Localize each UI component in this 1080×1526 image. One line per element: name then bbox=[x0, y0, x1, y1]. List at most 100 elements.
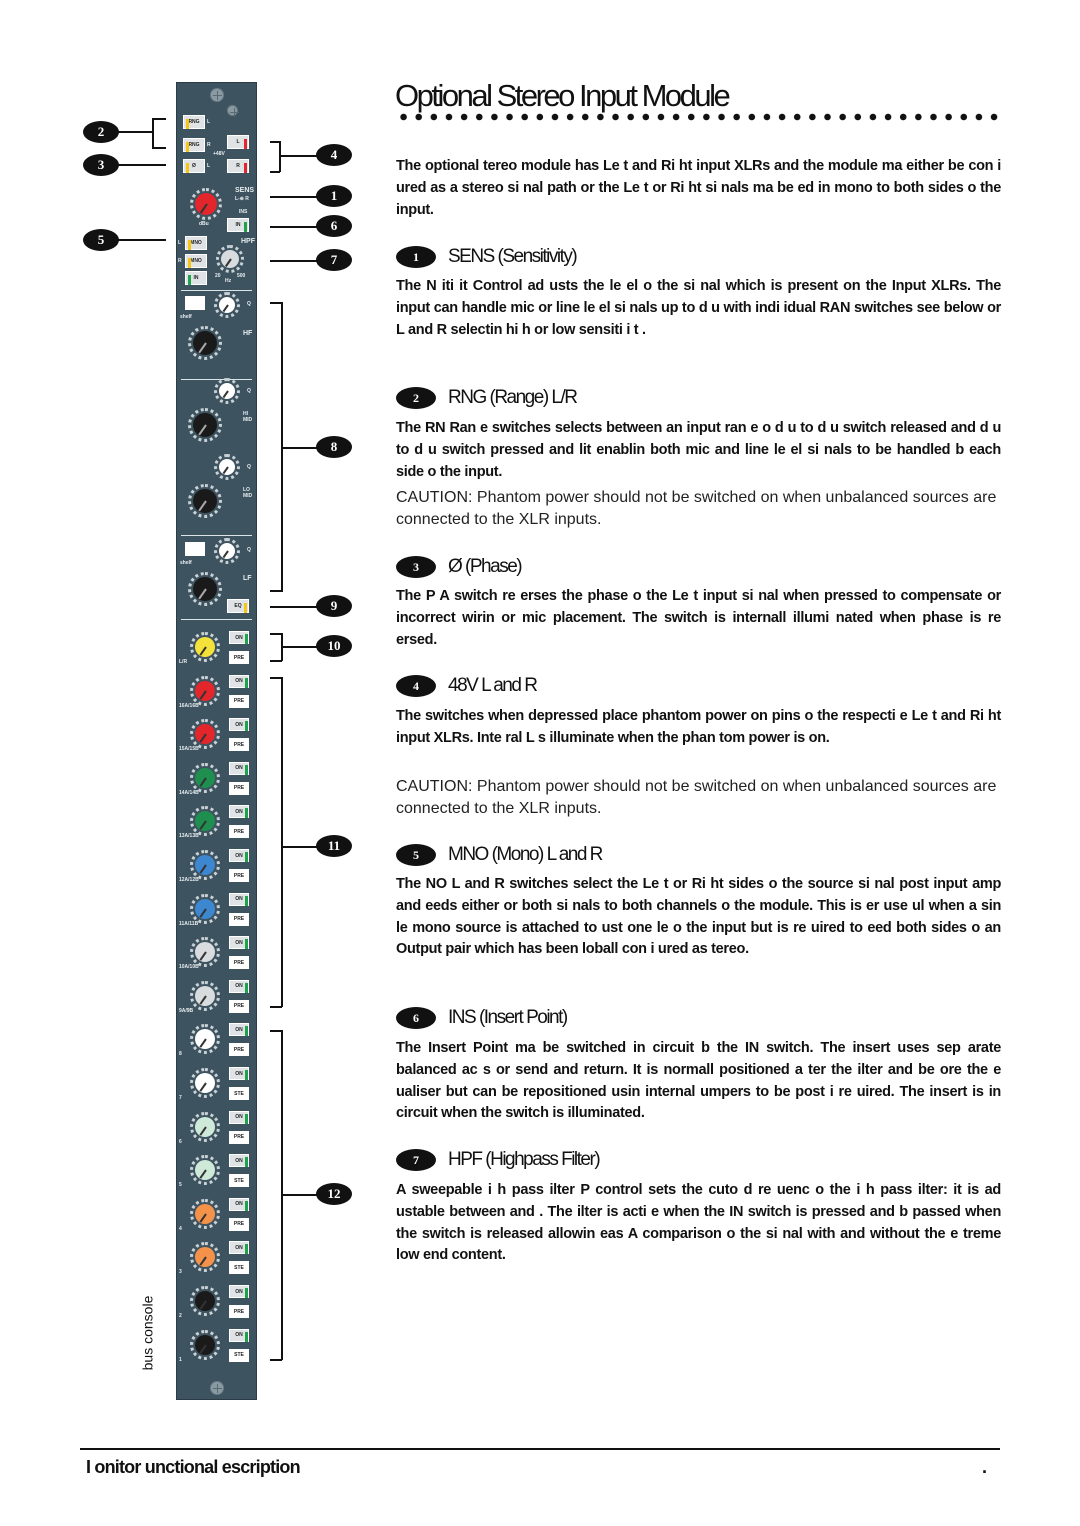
aux-pre-switch[interactable]: PRE bbox=[229, 999, 249, 1013]
aux-send-knob[interactable] bbox=[190, 980, 220, 1011]
aux-send-knob[interactable] bbox=[190, 1198, 220, 1229]
aux-on-switch[interactable]: ON bbox=[229, 1241, 249, 1255]
callout-9: 9 bbox=[316, 595, 352, 617]
48v-l-switch[interactable]: L bbox=[227, 135, 249, 149]
switch-label: PRE bbox=[233, 1003, 245, 1010]
switch-label: L bbox=[236, 139, 240, 145]
aux-send-knob[interactable] bbox=[190, 850, 220, 880]
aux-on-switch[interactable]: ON bbox=[229, 1110, 249, 1124]
aux-send-knob[interactable] bbox=[190, 675, 220, 706]
aux-on-switch[interactable]: ON bbox=[229, 979, 249, 993]
led-indicator bbox=[245, 895, 248, 906]
aux-on-switch[interactable]: ON bbox=[229, 936, 249, 950]
aux-send-knob[interactable] bbox=[190, 762, 220, 793]
ins-in-switch[interactable]: IN bbox=[227, 218, 249, 232]
hf-gain-knob[interactable] bbox=[188, 326, 222, 360]
aux-pre-switch[interactable]: PRE bbox=[229, 825, 249, 839]
phase-switch[interactable]: Ø bbox=[183, 159, 205, 173]
aux-pre-switch[interactable]: PRE bbox=[229, 1130, 249, 1144]
aux-on-switch[interactable]: ON bbox=[229, 761, 249, 775]
aux-pre-switch[interactable]: PRE bbox=[229, 651, 249, 664]
mno-r-switch[interactable]: MNO bbox=[185, 254, 207, 268]
aux-send-knob[interactable] bbox=[190, 1329, 220, 1360]
aux-on-switch[interactable]: ON bbox=[229, 1197, 249, 1211]
aux-on-switch[interactable]: ON bbox=[229, 1154, 249, 1168]
rng-l-switch[interactable]: RNG bbox=[183, 115, 205, 129]
section-body-sens: The N iti it Control ad usts the le el o… bbox=[396, 278, 1001, 338]
hpf-knob[interactable] bbox=[216, 245, 244, 273]
aux-pre-switch[interactable]: PRE bbox=[229, 1305, 249, 1318]
leader-line bbox=[281, 846, 317, 848]
rng-r-switch[interactable]: RNG bbox=[183, 138, 205, 152]
section-body-ins: The Insert Point ma be switched in circu… bbox=[396, 1040, 1001, 1122]
hpf-in-switch[interactable]: IN bbox=[185, 271, 207, 285]
mno-l-switch[interactable]: MNO bbox=[185, 236, 207, 250]
aux-send-knob[interactable] bbox=[190, 1155, 220, 1186]
aux-on-switch[interactable]: ON bbox=[229, 892, 249, 906]
48v-r-switch[interactable]: R bbox=[227, 159, 249, 173]
aux-send-knob[interactable] bbox=[190, 1111, 220, 1142]
switch-label: MNO bbox=[190, 240, 202, 246]
lf-gain-knob[interactable] bbox=[188, 572, 222, 606]
hf-shelf-switch[interactable] bbox=[185, 296, 205, 310]
aux-pre-switch[interactable]: PRE bbox=[229, 694, 249, 708]
aux-on-switch[interactable]: ON bbox=[229, 1328, 249, 1342]
sens-knob[interactable] bbox=[190, 188, 222, 220]
hf-q-knob[interactable] bbox=[214, 292, 240, 318]
aux-on-switch[interactable]: ON bbox=[229, 1285, 249, 1298]
lomid-q-knob[interactable] bbox=[214, 454, 240, 480]
eq-in-switch[interactable]: EQ bbox=[227, 599, 249, 613]
aux-pre-switch[interactable]: PRE bbox=[229, 869, 249, 882]
aux-pre-switch[interactable]: PRE bbox=[229, 1043, 249, 1057]
lomid-gain-knob[interactable] bbox=[188, 484, 222, 518]
bracket bbox=[281, 677, 283, 1007]
lf-q-knob[interactable] bbox=[214, 538, 240, 564]
aux-ste-switch[interactable]: STE bbox=[229, 1174, 249, 1188]
aux-pre-switch[interactable]: PRE bbox=[229, 912, 249, 926]
aux-on-switch[interactable]: ON bbox=[229, 805, 249, 819]
label-hf: HF bbox=[243, 330, 253, 337]
bracket bbox=[270, 141, 280, 143]
switch-label: ON bbox=[235, 1244, 243, 1251]
aux-send-label: L/R bbox=[179, 659, 188, 665]
aux-send-label: 10A/10B bbox=[179, 964, 199, 971]
aux-send-knob[interactable] bbox=[190, 937, 220, 968]
switch-label: PRE bbox=[233, 916, 245, 923]
aux-on-switch[interactable]: ON bbox=[229, 674, 249, 688]
led-indicator bbox=[188, 258, 191, 268]
aux-send-knob[interactable] bbox=[190, 806, 220, 837]
aux-ste-switch[interactable]: STE bbox=[229, 1261, 249, 1275]
switch-label: ON bbox=[235, 721, 243, 728]
aux-pre-switch[interactable]: PRE bbox=[229, 738, 249, 752]
aux-pre-switch[interactable]: PRE bbox=[229, 781, 249, 795]
label-ins: INS bbox=[239, 209, 248, 215]
himid-gain-knob[interactable] bbox=[188, 408, 222, 442]
aux-on-switch[interactable]: ON bbox=[229, 631, 249, 644]
aux-send-knob[interactable] bbox=[190, 1068, 220, 1098]
aux-send-label: 5 bbox=[179, 1182, 182, 1189]
aux-on-switch[interactable]: ON bbox=[229, 849, 249, 862]
switch-label: PRE bbox=[233, 654, 245, 661]
switch-label: ON bbox=[235, 1332, 243, 1339]
aux-send-knob[interactable] bbox=[190, 1286, 220, 1316]
aux-send-knob[interactable] bbox=[190, 893, 220, 924]
lf-shelf-switch[interactable] bbox=[185, 542, 205, 556]
aux-send-knob[interactable] bbox=[190, 1024, 220, 1055]
aux-send-knob[interactable] bbox=[190, 632, 220, 662]
aux-ste-switch[interactable]: STE bbox=[229, 1087, 249, 1100]
aux-pre-switch[interactable]: PRE bbox=[229, 956, 249, 970]
himid-q-knob[interactable] bbox=[214, 378, 240, 404]
switch-label: PRE bbox=[233, 1308, 245, 1315]
switch-label: ON bbox=[235, 939, 243, 946]
section-heading-ins: 6 INS (Insert Point) bbox=[396, 1006, 568, 1030]
aux-send-knob[interactable] bbox=[190, 719, 220, 750]
aux-on-switch[interactable]: ON bbox=[229, 1067, 249, 1080]
aux-ste-switch[interactable]: STE bbox=[229, 1348, 249, 1362]
aux-send-knob[interactable] bbox=[190, 1242, 220, 1273]
aux-pre-switch[interactable]: PRE bbox=[229, 1217, 249, 1231]
aux-send-label: 11A/11B bbox=[179, 920, 199, 927]
aux-on-switch[interactable]: ON bbox=[229, 718, 249, 732]
leader-line bbox=[118, 131, 153, 133]
aux-on-switch[interactable]: ON bbox=[229, 1023, 249, 1037]
callout-4: 4 bbox=[316, 144, 352, 166]
